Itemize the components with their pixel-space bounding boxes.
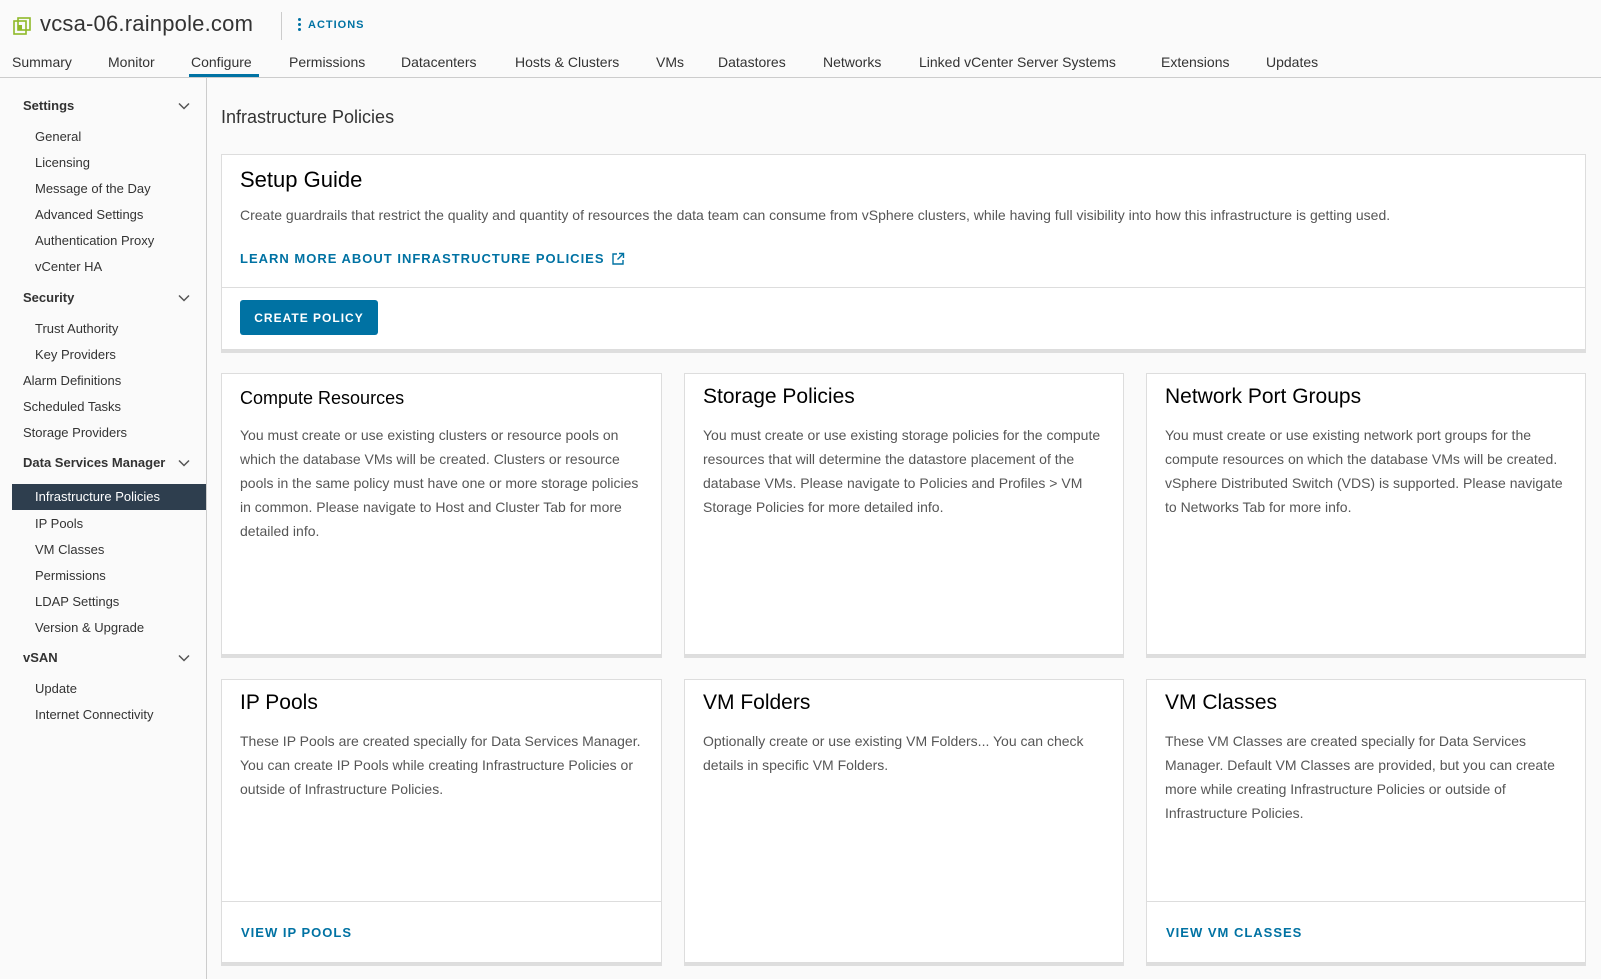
setup-guide-card: Setup Guide Create guardrails that restr… [221, 154, 1586, 350]
setup-guide-description: Create guardrails that restrict the qual… [240, 207, 1391, 223]
card-title: VM Folders [703, 691, 811, 714]
page-title: Infrastructure Policies [221, 107, 395, 127]
sidebar-item-key-providers[interactable]: Key Providers [0, 347, 206, 362]
tab-permissions[interactable]: Permissions [289, 54, 365, 70]
card-footer-divider [1147, 901, 1585, 902]
configure-sidebar: Settings General Licensing Message of th… [0, 78, 207, 979]
tab-datastores[interactable]: Datastores [718, 54, 786, 70]
sidebar-item-storage-providers[interactable]: Storage Providers [0, 425, 206, 440]
sidebar-section-label: Security [23, 290, 75, 305]
header-divider [281, 12, 282, 40]
card-footer-divider [222, 901, 661, 902]
sidebar-item-ip-pools[interactable]: IP Pools [0, 516, 206, 531]
card-body: You must create or use existing clusters… [240, 427, 639, 539]
external-link-icon [611, 252, 624, 265]
sidebar-item-alarm-definitions[interactable]: Alarm Definitions [0, 373, 206, 388]
card-body: These VM Classes are created specially f… [1165, 733, 1555, 821]
card-title: Storage Policies [703, 385, 855, 408]
compute-resources-card: Compute Resources You must create or use… [221, 373, 662, 655]
sidebar-item-vsan-update[interactable]: Update [0, 681, 206, 696]
sidebar-item-internet-connectivity[interactable]: Internet Connectivity [0, 707, 206, 722]
sidebar-item-scheduled-tasks[interactable]: Scheduled Tasks [0, 399, 206, 414]
actions-menu-button[interactable]: ACTIONS [298, 18, 365, 31]
storage-policies-card: Storage Policies You must create or use … [684, 373, 1124, 655]
tab-extensions[interactable]: Extensions [1161, 54, 1229, 70]
chevron-down-icon [178, 459, 190, 467]
kebab-icon [298, 18, 301, 31]
tab-monitor[interactable]: Monitor [108, 54, 155, 70]
learn-more-label: LEARN MORE ABOUT INFRASTRUCTURE POLICIES [240, 251, 605, 266]
card-body: You must create or use existing network … [1165, 427, 1563, 515]
tab-updates[interactable]: Updates [1266, 54, 1318, 70]
actions-label: ACTIONS [308, 18, 365, 31]
sidebar-item-authentication-proxy[interactable]: Authentication Proxy [0, 233, 206, 248]
sidebar-section-label: Settings [23, 98, 75, 113]
object-title: vcsa-06.rainpole.com [40, 11, 254, 36]
tab-configure[interactable]: Configure [191, 54, 252, 70]
sidebar-section-label: Data Services Manager [23, 455, 166, 470]
ip-pools-card: IP Pools These IP Pools are created spec… [221, 679, 662, 963]
tab-vms[interactable]: VMs [656, 54, 684, 70]
tab-summary[interactable]: Summary [12, 54, 72, 70]
card-title: Network Port Groups [1165, 385, 1362, 408]
card-title: Compute Resources [240, 388, 405, 408]
tab-networks[interactable]: Networks [823, 54, 881, 70]
tab-linked-vcenter[interactable]: Linked vCenter Server Systems [919, 54, 1116, 70]
network-port-groups-card: Network Port Groups You must create or u… [1146, 373, 1586, 655]
vm-classes-card: VM Classes These VM Classes are created … [1146, 679, 1586, 963]
chevron-down-icon [178, 654, 190, 662]
card-title: VM Classes [1165, 691, 1278, 714]
sidebar-item-vcenter-ha[interactable]: vCenter HA [0, 259, 206, 274]
setup-guide-title: Setup Guide [240, 167, 363, 192]
setup-divider [222, 287, 1585, 288]
sidebar-item-licensing[interactable]: Licensing [0, 155, 206, 170]
sidebar-section-data-services-manager[interactable]: Data Services Manager [0, 455, 206, 475]
vcenter-icon [13, 17, 31, 35]
sidebar-item-advanced-settings[interactable]: Advanced Settings [0, 207, 206, 222]
tab-hosts-clusters[interactable]: Hosts & Clusters [515, 54, 619, 70]
sidebar-section-vsan[interactable]: vSAN [0, 650, 206, 670]
sidebar-item-vm-classes[interactable]: VM Classes [0, 542, 206, 557]
chevron-down-icon [178, 102, 190, 110]
object-header: vcsa-06.rainpole.com ACTIONS [0, 0, 1601, 52]
learn-more-link[interactable]: LEARN MORE ABOUT INFRASTRUCTURE POLICIES [240, 251, 625, 266]
chevron-down-icon [178, 294, 190, 302]
sidebar-item-message-of-the-day[interactable]: Message of the Day [0, 181, 206, 196]
sidebar-section-label: vSAN [23, 650, 58, 665]
view-ip-pools-link[interactable]: VIEW IP POOLS [241, 925, 352, 940]
sidebar-item-dsm-permissions[interactable]: Permissions [0, 568, 206, 583]
create-policy-button[interactable]: CREATE POLICY [240, 300, 378, 335]
active-tab-indicator [189, 74, 259, 77]
sidebar-item-version-upgrade[interactable]: Version & Upgrade [0, 620, 206, 635]
tab-datacenters[interactable]: Datacenters [401, 54, 476, 70]
sidebar-item-general[interactable]: General [0, 129, 206, 144]
card-body: You must create or use existing storage … [703, 427, 1101, 515]
card-title: IP Pools [240, 691, 318, 714]
sidebar-item-infrastructure-policies[interactable]: Infrastructure Policies [12, 484, 206, 510]
view-vm-classes-link[interactable]: VIEW VM CLASSES [1166, 925, 1302, 940]
card-body: Optionally create or use existing VM Fol… [703, 733, 1084, 773]
vm-folders-card: VM Folders Optionally create or use exis… [684, 679, 1124, 963]
sidebar-item-trust-authority[interactable]: Trust Authority [0, 321, 206, 336]
sidebar-section-settings[interactable]: Settings [0, 98, 206, 118]
sidebar-item-ldap-settings[interactable]: LDAP Settings [0, 594, 206, 609]
card-body: These IP Pools are created specially for… [240, 733, 641, 797]
sidebar-section-security[interactable]: Security [0, 290, 206, 310]
